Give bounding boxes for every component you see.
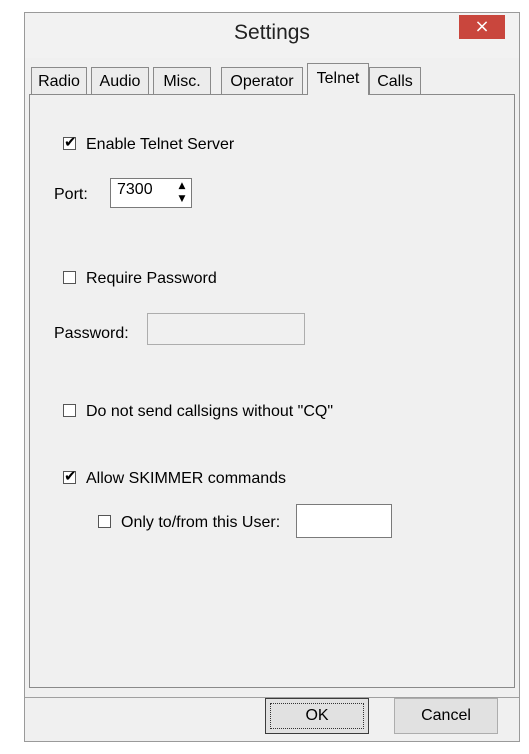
no-callsigns-checkbox[interactable]	[63, 404, 76, 417]
password-field[interactable]	[147, 313, 305, 345]
enable-telnet-checkbox[interactable]: ✔	[63, 133, 77, 151]
triangle-down-icon[interactable]: ▼	[174, 193, 190, 206]
ok-button[interactable]: OK	[265, 698, 369, 734]
close-icon: ×	[474, 16, 490, 37]
allow-skimmer-checkbox[interactable]: ✔	[63, 467, 77, 485]
dialog-title: Settings	[234, 21, 310, 44]
telnet-panel: ✔ Enable Telnet Server Port: 7300 ▲ ▼ Req…	[29, 94, 515, 688]
triangle-up-icon[interactable]: ▲	[174, 180, 190, 193]
tab-calls[interactable]: Calls	[369, 67, 421, 94]
no-callsigns-checkbox-row[interactable]: Do not send callsigns without "CQ"	[63, 403, 333, 421]
tab-audio[interactable]: Audio	[91, 67, 149, 94]
enable-telnet-label: Enable Telnet Server	[86, 136, 235, 153]
port-label: Port:	[54, 186, 88, 203]
check-mark-icon: ✔	[64, 133, 77, 151]
password-label: Password:	[54, 325, 129, 342]
settings-dialog: Settings × Radio Audio Misc. Operator Te…	[24, 12, 520, 742]
port-spinner[interactable]: 7300 ▲ ▼	[110, 178, 192, 208]
tab-radio[interactable]: Radio	[31, 67, 87, 94]
allow-skimmer-label: Allow SKIMMER commands	[86, 470, 287, 487]
check-mark-icon: ✔	[64, 467, 77, 485]
tab-operator[interactable]: Operator	[221, 67, 303, 94]
require-password-checkbox[interactable]	[63, 271, 76, 284]
require-password-checkbox-row[interactable]: Require Password	[63, 270, 217, 288]
only-user-checkbox-row[interactable]: Only to/from this User:	[98, 514, 280, 532]
allow-skimmer-checkbox-row[interactable]: ✔ Allow SKIMMER commands	[63, 467, 287, 488]
tab-strip: Radio Audio Misc. Operator Telnet Calls	[31, 63, 511, 95]
skimmer-user-field[interactable]	[296, 504, 392, 538]
close-button[interactable]: ×	[459, 15, 505, 39]
only-user-label: Only to/from this User:	[121, 514, 281, 531]
only-user-checkbox[interactable]	[98, 515, 111, 528]
focus-rectangle	[270, 703, 364, 729]
no-callsigns-label: Do not send callsigns without "CQ"	[86, 403, 334, 420]
tab-telnet[interactable]: Telnet	[307, 63, 369, 95]
enable-telnet-checkbox-row[interactable]: ✔ Enable Telnet Server	[63, 133, 235, 154]
require-password-label: Require Password	[86, 270, 217, 287]
port-spin-buttons[interactable]: ▲ ▼	[174, 180, 190, 206]
tab-misc[interactable]: Misc.	[153, 67, 211, 94]
title-bar[interactable]: Settings ×	[25, 13, 519, 58]
port-value: 7300	[117, 181, 153, 198]
cancel-button[interactable]: Cancel	[394, 698, 498, 734]
